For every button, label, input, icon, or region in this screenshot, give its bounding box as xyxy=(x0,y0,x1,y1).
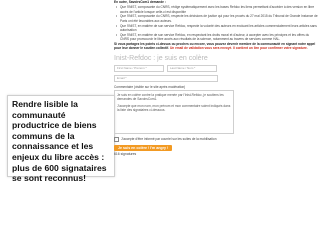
email-row: Email * xyxy=(114,74,318,82)
notice-text: Un email de validation vous sera envoyé.… xyxy=(169,46,308,51)
message-line: J'accepte que mon nom, mon prénom et mon… xyxy=(117,103,231,112)
intro-heading: En outre, SavoirsCom1 demande : xyxy=(114,0,166,4)
demand-item: Que l'INIST, en matière de son service R… xyxy=(116,24,318,33)
demand-item: Que l'INIST, composante du CNRS, rédige … xyxy=(116,5,318,14)
form-title: Inist-Refdoc : je suis en colère xyxy=(114,54,208,62)
optin-label: J'accepte d'être informé par courriel su… xyxy=(121,136,217,141)
optin-row[interactable]: J'accepte d'être informé par courriel su… xyxy=(114,137,318,143)
submit-button[interactable]: Je suis en colère ! I'm angry ! xyxy=(114,145,173,152)
highlight-callout: Rendre lisible la communauté productrice… xyxy=(7,95,115,183)
appeal-text: Si vous partagez les points ci-dessus ou… xyxy=(114,42,316,51)
demand-item: Que l'INIST, composante du CNRS, respect… xyxy=(116,14,318,23)
demands-list: Que l'INIST, composante du CNRS, rédige … xyxy=(114,5,318,41)
message-line: Je suis en colère contre la pratique men… xyxy=(117,92,224,102)
name-row: First Name / Prénom * Last Name / Nom * xyxy=(114,64,318,72)
signature-count: 616 signatures xyxy=(114,152,137,157)
first-name-field[interactable]: First Name / Prénom * xyxy=(114,64,164,72)
demand-item: Que l'INIST, en matière de son service R… xyxy=(116,33,318,42)
email-field[interactable]: Email * xyxy=(114,74,218,82)
last-name-field[interactable]: Last Name / Nom * xyxy=(167,64,217,72)
petition-page: En outre, SavoirsCom1 demande : Que l'IN… xyxy=(114,0,318,240)
comment-textarea[interactable]: Je suis en colère contre la pratique men… xyxy=(114,89,234,134)
optin-checkbox[interactable] xyxy=(114,137,119,143)
comment-label: Commentaire (visible sur le site après m… xyxy=(114,84,186,89)
callout-text: Rendre lisible la communauté productrice… xyxy=(12,99,107,184)
